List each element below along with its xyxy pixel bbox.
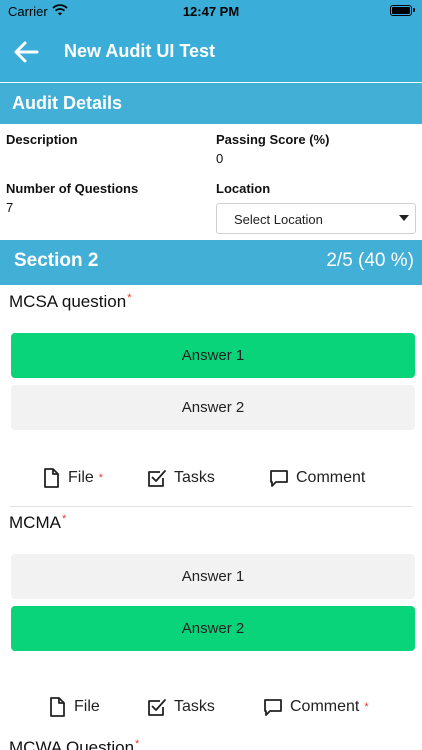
- answer-option[interactable]: Answer 2: [11, 606, 415, 651]
- comment-label: Comment: [296, 469, 366, 486]
- answer-option[interactable]: Answer 1: [11, 554, 415, 599]
- question-text: MCSA question*: [9, 292, 131, 312]
- question-actions: File Tasks Comment *: [0, 692, 422, 722]
- tasks-label: Tasks: [174, 469, 215, 486]
- comment-icon: [270, 470, 288, 487]
- answer-option[interactable]: Answer 2: [11, 385, 415, 430]
- question-label: MCWA Question: [9, 738, 135, 750]
- file-icon: [50, 697, 65, 717]
- status-bar: Carrier 12:47 PM: [0, 0, 422, 22]
- question-text: MCMA*: [9, 513, 66, 533]
- section-title: Section 2: [14, 250, 99, 271]
- location-label: Location: [216, 181, 271, 196]
- comment-icon: [264, 699, 282, 716]
- file-label: File: [68, 469, 94, 486]
- passing-score-label: Passing Score (%): [216, 132, 330, 147]
- chevron-down-icon: [399, 215, 409, 221]
- required-marker: *: [61, 513, 67, 525]
- checkbox-icon: [148, 699, 166, 716]
- location-select[interactable]: Select Location: [216, 203, 416, 234]
- question-label: MCSA question: [9, 292, 127, 311]
- answer-option[interactable]: Answer 1: [11, 333, 415, 378]
- comment-button[interactable]: Comment: [268, 463, 365, 493]
- section-progress: 2/5 (40 %): [326, 250, 414, 271]
- questions-count-value: 7: [6, 200, 14, 215]
- required-marker: *: [98, 472, 104, 484]
- battery-icon: [390, 5, 415, 16]
- section-header: Section 2 2/5 (40 %): [0, 240, 422, 285]
- divider: [10, 506, 412, 507]
- description-label: Description: [6, 132, 78, 147]
- required-marker: *: [364, 701, 369, 713]
- questions-count-label: Number of Questions: [6, 181, 139, 196]
- audit-details-header: Audit Details: [0, 83, 422, 124]
- question-text: MCWA Question*: [9, 738, 139, 750]
- file-label: File: [74, 698, 100, 715]
- checkbox-icon: [148, 470, 166, 487]
- file-icon: [44, 468, 59, 488]
- page-title: New Audit UI Test: [64, 41, 216, 61]
- file-button[interactable]: File: [46, 692, 100, 722]
- question-actions: File * Tasks Comment: [0, 463, 422, 493]
- comment-button[interactable]: Comment *: [262, 692, 369, 722]
- required-marker: *: [127, 292, 132, 304]
- passing-score-value: 0: [216, 151, 224, 166]
- back-arrow-icon[interactable]: [12, 38, 40, 66]
- required-marker: *: [135, 738, 140, 750]
- tasks-button[interactable]: Tasks: [146, 463, 215, 493]
- comment-label: Comment: [290, 698, 360, 715]
- audit-details-title: Audit Details: [12, 93, 123, 113]
- status-time: 12:47 PM: [182, 4, 240, 19]
- tasks-label: Tasks: [174, 698, 215, 715]
- tasks-button[interactable]: Tasks: [146, 692, 215, 722]
- location-select-value: Select Location: [234, 212, 323, 227]
- question-label: MCMA: [9, 513, 61, 532]
- file-button[interactable]: File *: [40, 463, 103, 493]
- nav-bar: New Audit UI Test: [0, 22, 422, 82]
